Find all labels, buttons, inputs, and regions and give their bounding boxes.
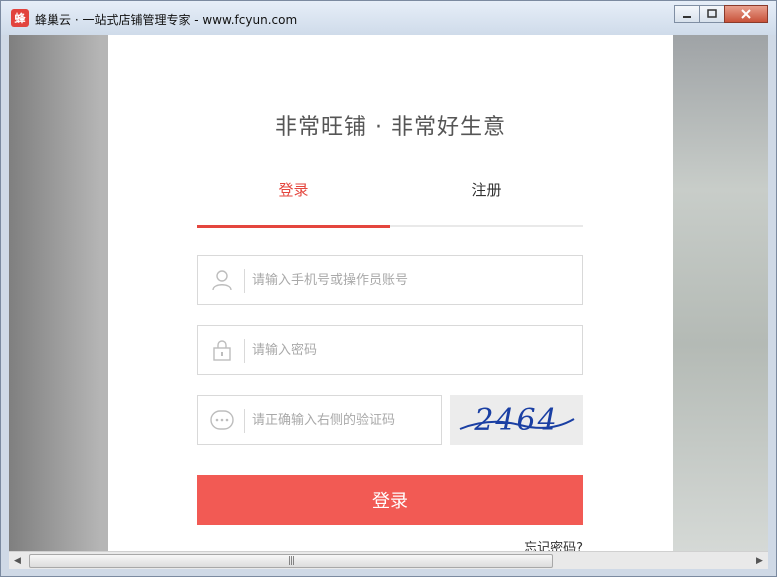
- user-icon: [212, 270, 232, 291]
- minimize-icon: [683, 16, 691, 18]
- app-window: 蜂 蜂巢云 · 一站式店铺管理专家 - www.fcyun.com 非常旺铺 ·…: [0, 0, 777, 577]
- maximize-button[interactable]: [699, 5, 725, 23]
- password-input[interactable]: [252, 336, 552, 364]
- minimize-button[interactable]: [674, 5, 700, 23]
- auth-tabs: 登录 注册: [197, 175, 583, 228]
- grip-icon: |||: [287, 555, 295, 566]
- account-field: [197, 255, 583, 305]
- tab-register[interactable]: 注册: [390, 175, 583, 225]
- page-title: 非常旺铺 · 非常好生意: [275, 115, 506, 140]
- window-controls: [674, 5, 768, 23]
- background-image-right: [673, 35, 768, 551]
- captcha-field: [197, 395, 552, 445]
- lock-icon: [213, 340, 231, 361]
- close-button[interactable]: [724, 5, 768, 23]
- scroll-right-arrow-icon[interactable]: ▶: [751, 552, 768, 569]
- captcha-image[interactable]: 2464: [450, 395, 583, 445]
- scroll-left-arrow-icon[interactable]: ◀: [9, 552, 26, 569]
- scrollbar-thumb[interactable]: |||: [29, 554, 553, 568]
- forgot-password-link[interactable]: 忘记密码?: [524, 537, 583, 551]
- horizontal-scrollbar[interactable]: ◀ ||| ▶: [9, 551, 768, 569]
- chat-dots-icon: [210, 410, 234, 430]
- password-field: [197, 325, 583, 375]
- window-title: 蜂巢云 · 一站式店铺管理专家 - www.fcyun.com: [35, 13, 298, 27]
- login-button[interactable]: 登录: [197, 475, 583, 525]
- title-bar[interactable]: 蜂 蜂巢云 · 一站式店铺管理专家 - www.fcyun.com: [1, 1, 776, 35]
- app-logo-icon: 蜂: [11, 9, 29, 27]
- tab-login[interactable]: 登录: [197, 175, 390, 228]
- field-separator: [244, 339, 245, 363]
- field-separator: [244, 409, 245, 433]
- captcha-strike-line: [459, 418, 575, 430]
- login-panel: 非常旺铺 · 非常好生意 登录 注册 请输入手机号或操作员账号 请正确输入右侧的…: [108, 35, 673, 551]
- field-separator: [244, 269, 245, 293]
- maximize-icon: [707, 9, 717, 18]
- account-input[interactable]: [252, 266, 552, 294]
- close-icon: [741, 9, 751, 19]
